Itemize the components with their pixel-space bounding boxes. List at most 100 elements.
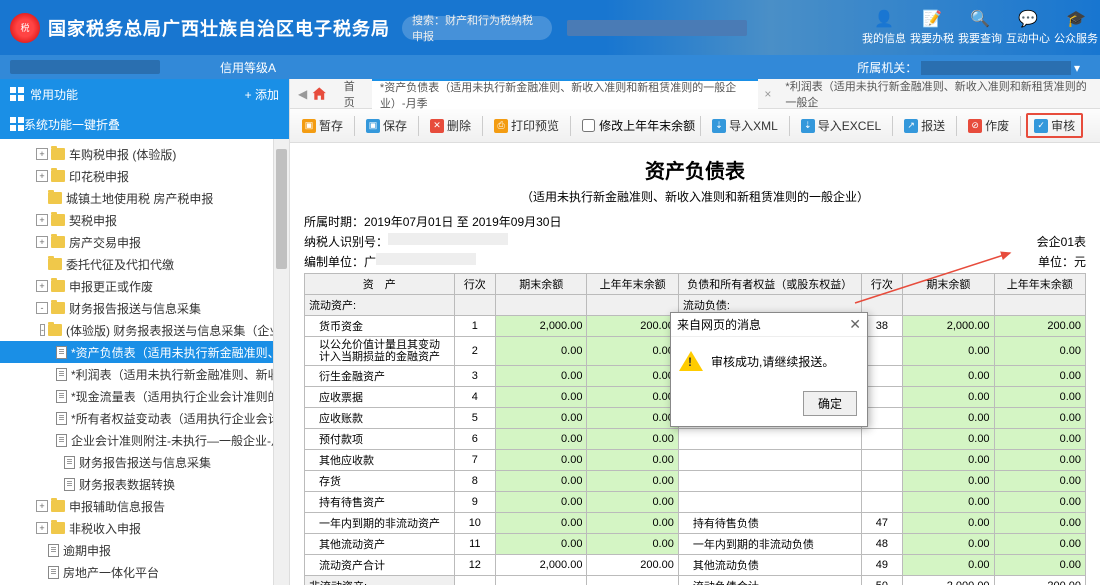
ok-button[interactable]: 确定 bbox=[803, 391, 857, 416]
tree-item[interactable]: +契税申报 bbox=[0, 209, 289, 231]
app-title: 国家税务总局广西壮族自治区电子税务局 bbox=[48, 15, 390, 41]
tree-item[interactable]: +房产交易申报 bbox=[0, 231, 289, 253]
file-icon bbox=[56, 368, 67, 381]
tree-item[interactable]: 委托代征及代扣代缴 bbox=[0, 253, 289, 275]
tree-item[interactable]: *现金流量表（适用执行企业会计准则的一般 bbox=[0, 385, 289, 407]
table-row: 非流动资产:流动负债合计502,000.00200.00 bbox=[305, 576, 1086, 585]
home-icon[interactable] bbox=[311, 85, 328, 103]
warning-icon bbox=[679, 351, 703, 371]
unit-label: 单位：元 bbox=[1038, 253, 1086, 270]
file-icon bbox=[48, 566, 59, 579]
table-row: 其他应收款70.000.000.000.00 bbox=[305, 450, 1086, 471]
folder-icon bbox=[51, 500, 65, 512]
toolbar: ▣暂存 ▣保存 ✕删除 ⎙打印预览 修改上年年末余额 ⇣导入XML ⇣导入EXC… bbox=[290, 109, 1100, 143]
redacted-banner bbox=[567, 20, 747, 36]
close-icon[interactable]: ✕ bbox=[849, 316, 861, 333]
btn-save[interactable]: ▣保存 bbox=[360, 114, 413, 137]
tree-item[interactable]: -(体验版) 财务报表报送与信息采集（企业会 bbox=[0, 319, 289, 341]
toggle-icon[interactable]: - bbox=[36, 302, 48, 314]
sidebar-common-header[interactable]: 常用功能 + 添加 bbox=[0, 79, 289, 109]
folder-icon bbox=[51, 170, 65, 182]
btn-import-xml[interactable]: ⇣导入XML bbox=[706, 114, 784, 137]
toggle-icon[interactable]: + bbox=[36, 236, 48, 248]
btn-delete[interactable]: ✕删除 bbox=[424, 114, 477, 137]
nav-互动中心[interactable]: 💬互动中心 bbox=[1004, 6, 1052, 50]
toggle-icon[interactable]: + bbox=[36, 280, 48, 292]
folder-icon bbox=[51, 280, 65, 292]
toggle-icon[interactable]: + bbox=[36, 148, 48, 160]
toggle-icon[interactable]: + bbox=[36, 500, 48, 512]
tree-item[interactable]: *资产负债表（适用未执行新金融准则、新收 bbox=[0, 341, 289, 363]
toggle-icon[interactable]: + bbox=[36, 170, 48, 182]
tree-item[interactable]: 财务报表数据转换 bbox=[0, 473, 289, 495]
tab-balance-sheet[interactable]: *资产负债表（适用未执行新金融准则、新收入准则和新租赁准则的一般企业）-月季 bbox=[372, 79, 758, 109]
folder-icon bbox=[48, 324, 62, 336]
collapse-all-link[interactable]: 一键折叠 bbox=[72, 116, 120, 133]
btn-submit[interactable]: ↗报送 bbox=[898, 114, 951, 137]
tree-item[interactable]: 企业会计准则附注-未执行—一般企业-月季 bbox=[0, 429, 289, 451]
file-icon bbox=[56, 434, 67, 447]
folder-icon bbox=[48, 258, 62, 270]
prev-tab-icon[interactable]: ◀ bbox=[298, 87, 307, 101]
file-icon bbox=[48, 544, 59, 557]
toggle-icon[interactable]: - bbox=[40, 324, 45, 336]
tree-item[interactable]: 房地产一体化平台 bbox=[0, 561, 289, 583]
toggle-icon[interactable]: + bbox=[36, 522, 48, 534]
tree-item[interactable]: *所有者权益变动表（适用执行企业会计准则 bbox=[0, 407, 289, 429]
folder-icon bbox=[51, 302, 65, 314]
close-tab-icon[interactable]: × bbox=[758, 87, 777, 101]
tab-bar: ◀ 首页 *资产负债表（适用未执行新金融准则、新收入准则和新租赁准则的一般企业）… bbox=[290, 79, 1100, 109]
dialog-title: 来自网页的消息 bbox=[677, 316, 761, 333]
tree-item[interactable]: +非税收入申报 bbox=[0, 517, 289, 539]
table-row: 流动资产合计122,000.00200.00其他流动负债490.000.00 bbox=[305, 555, 1086, 576]
tab-home[interactable]: 首页 bbox=[336, 79, 372, 109]
nav-我要查询[interactable]: 🔍我要查询 bbox=[956, 6, 1004, 50]
tree-item[interactable]: +印花税申报 bbox=[0, 165, 289, 187]
tree-item[interactable]: 逾期申报 bbox=[0, 539, 289, 561]
file-icon bbox=[64, 478, 75, 491]
file-icon bbox=[56, 390, 67, 403]
btn-import-excel[interactable]: ⇣导入EXCEL bbox=[795, 114, 887, 137]
btn-tempsave[interactable]: ▣暂存 bbox=[296, 114, 349, 137]
folder-icon bbox=[48, 192, 62, 204]
table-row: 其他流动资产110.000.00一年内到期的非流动负债480.000.00 bbox=[305, 534, 1086, 555]
sub-header: 信用等级A 所属机关： ▾ bbox=[0, 55, 1100, 79]
tree-item[interactable]: -财务报告报送与信息采集 bbox=[0, 297, 289, 319]
add-common-link[interactable]: + 添加 bbox=[245, 86, 279, 103]
file-icon bbox=[56, 346, 67, 359]
btn-void[interactable]: ⊘作废 bbox=[962, 114, 1015, 137]
tree-item[interactable]: 财务报告报送与信息采集 bbox=[0, 451, 289, 473]
form-code: 会企01表 bbox=[1037, 233, 1086, 250]
search-placeholder: 搜索：财产和行为税纳税申报 bbox=[412, 12, 542, 44]
nav-我的信息[interactable]: 👤我的信息 bbox=[860, 6, 908, 50]
tree-item[interactable]: 城镇土地使用税 房产税申报 bbox=[0, 187, 289, 209]
btn-print[interactable]: ⎙打印预览 bbox=[488, 114, 565, 137]
search-input[interactable]: 搜索：财产和行为税纳税申报 bbox=[402, 16, 552, 40]
credit-level: 信用等级A bbox=[220, 59, 276, 76]
tree-item[interactable]: +申报辅助信息报告 bbox=[0, 495, 289, 517]
sidebar: 常用功能 + 添加 系统功能 一键折叠 +车购税申报 (体验版)+印花税申报城镇… bbox=[0, 79, 290, 585]
sidebar-system-header[interactable]: 系统功能 一键折叠 bbox=[0, 109, 289, 139]
file-icon bbox=[56, 412, 67, 425]
grid-icon bbox=[10, 117, 24, 131]
nav-公众服务[interactable]: 🎓公众服务 bbox=[1052, 6, 1100, 50]
redacted-taxid bbox=[388, 233, 508, 245]
tree-item[interactable]: +车购税申报 (体验版) bbox=[0, 143, 289, 165]
chk-modify-lastyear[interactable] bbox=[582, 119, 595, 132]
doc-subtitle: （适用未执行新金融准则、新收入准则和新租赁准则的一般企业） bbox=[304, 188, 1086, 205]
tree-scrollbar[interactable] bbox=[273, 139, 289, 585]
period-value: 2019年07月01日 至 2019年09月30日 bbox=[364, 213, 561, 230]
tree-item[interactable]: +申报更正或作废 bbox=[0, 275, 289, 297]
tab-profit[interactable]: *利润表（适用未执行新金融准则、新收入准则和新租赁准则的一般企 bbox=[777, 79, 1100, 109]
redacted-user bbox=[10, 60, 160, 74]
toggle-icon[interactable]: + bbox=[36, 214, 48, 226]
nav-我要办税[interactable]: 📝我要办税 bbox=[908, 6, 956, 50]
btn-audit[interactable]: ✓审核 bbox=[1026, 113, 1083, 138]
folder-icon bbox=[51, 522, 65, 534]
table-row: 一年内到期的非流动资产100.000.00持有待售负债470.000.00 bbox=[305, 513, 1086, 534]
table-row: 存货80.000.000.000.00 bbox=[305, 471, 1086, 492]
dialog-message: 审核成功,请继续报送。 bbox=[711, 353, 834, 370]
folder-icon bbox=[51, 214, 65, 226]
file-icon bbox=[64, 456, 75, 469]
tree-item[interactable]: *利润表（适用未执行新金融准则、新收入准 bbox=[0, 363, 289, 385]
